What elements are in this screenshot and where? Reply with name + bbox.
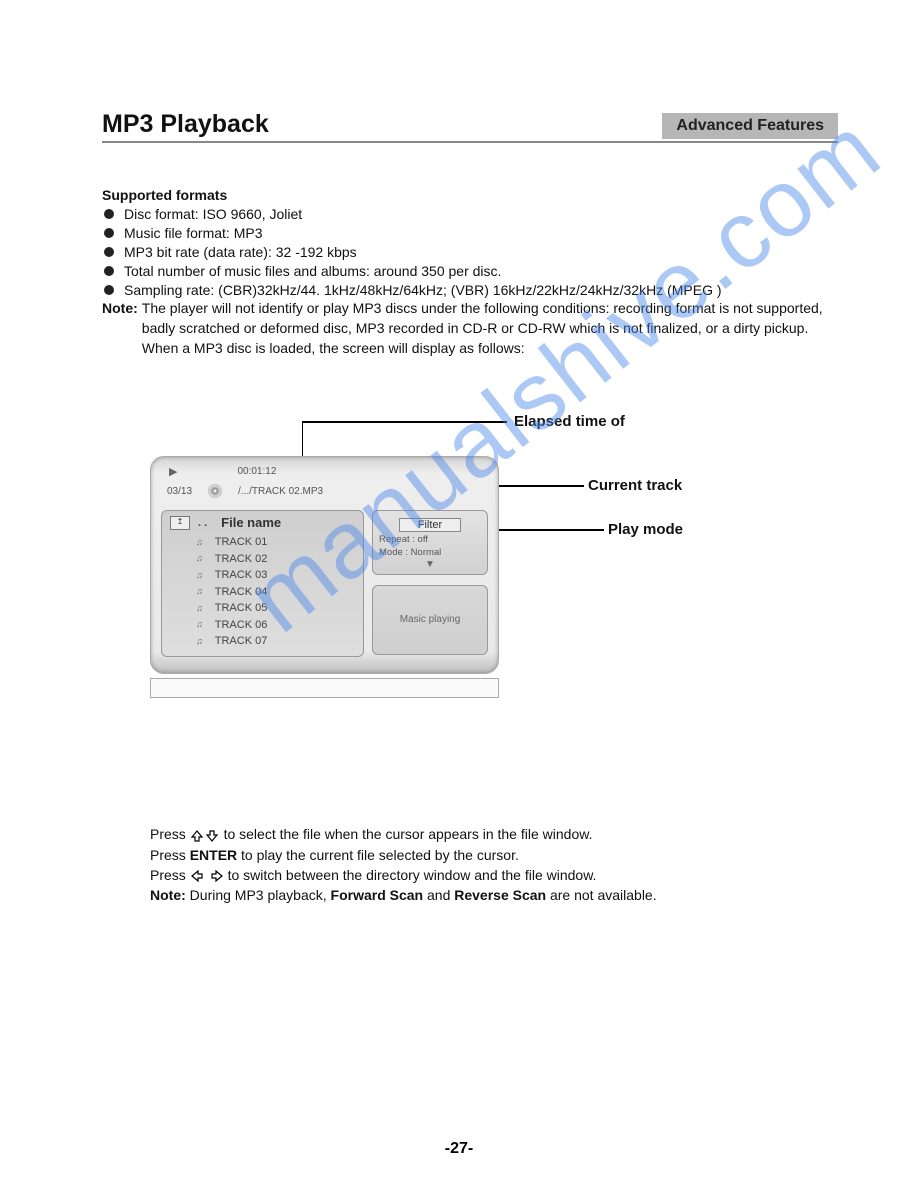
track-row: ♫ TRACK 02 [196, 551, 355, 568]
note-row: Note: The player will not identify or pl… [102, 299, 838, 358]
track-label: TRACK 04 [215, 584, 268, 601]
play-icon: ▶ [169, 465, 177, 478]
track-label: TRACK 07 [215, 633, 268, 650]
reverse-scan: Reverse Scan [454, 887, 546, 903]
instruction-text: and [427, 887, 454, 903]
music-note-icon: ♫ [196, 552, 203, 566]
section-label: Advanced Features [662, 113, 838, 139]
bullet-item: MP3 bit rate (data rate): 32 -192 kbps [102, 243, 838, 262]
folder-up-icon: ↥ [170, 516, 190, 530]
bullet-item: Sampling rate: (CBR)32kHz/44. 1kHz/48kHz… [102, 281, 838, 300]
callout-elapsed: Elapsed time of [514, 413, 625, 430]
file-panel: ↥ . . File name ♫ TRACK 01 ♫ TRACK 02 ♫ TRA… [161, 510, 364, 657]
music-note-icon: ♫ [196, 618, 203, 632]
track-path: /.../TRACK 02.MP3 [238, 486, 323, 497]
instruction-text: are not available. [550, 887, 657, 903]
instruction-line: Press ENTER to play the current file sel… [150, 845, 838, 865]
player-sub: 03/13 /.../TRACK 02.MP3 [167, 484, 482, 504]
music-playing-box: Masic playing [372, 585, 488, 655]
bullet-item: Total number of music files and albums: … [102, 262, 838, 281]
music-note-icon: ♫ [196, 585, 203, 599]
instruction-text: to select the file when the cursor appea… [224, 826, 593, 842]
note-body: The player will not identify or play MP3… [142, 299, 838, 358]
music-note-icon: ♫ [196, 602, 203, 616]
enter-key: ENTER [190, 847, 237, 863]
page-number: -27- [0, 1140, 918, 1158]
bottom-bar [150, 678, 499, 698]
music-note-icon: ♫ [196, 536, 203, 550]
track-row: ♫ TRACK 03 [196, 567, 355, 584]
track-row: ♫ TRACK 05 [196, 600, 355, 617]
callout-current: Current track [588, 477, 682, 494]
player-panel: ▶ 00:01:12 03/13 /.../TRACK 02.MP3 ↥ . .… [150, 456, 499, 674]
diagram-area: Elapsed time of Current track Play mode … [102, 396, 838, 736]
elapsed-time: 00:01:12 [237, 466, 276, 477]
supported-heading: Supported formats [102, 187, 838, 203]
up-down-arrow-icon [190, 829, 220, 843]
page-title: MP3 Playback [102, 110, 269, 139]
track-counter: 03/13 [167, 486, 192, 497]
forward-scan: Forward Scan [331, 887, 424, 903]
track-label: TRACK 06 [215, 617, 268, 634]
left-right-arrow-icon [190, 869, 224, 883]
track-label: TRACK 02 [215, 551, 268, 568]
callout-line-playmode [484, 528, 604, 532]
track-row: ♫ TRACK 04 [196, 584, 355, 601]
instruction-line: Note: During MP3 playback, Forward Scan … [150, 885, 838, 905]
track-row: ♫ TRACK 06 [196, 617, 355, 634]
instruction-lead: Press [150, 847, 190, 863]
note-label: Note: [150, 887, 190, 903]
bullet-list: Disc format: ISO 9660, Joliet Music file… [102, 205, 838, 299]
instruction-line: Press to switch between the directory wi… [150, 865, 838, 885]
track-list: ♫TRACK 01 ♫TRACK 02 ♫TRACK 03 ♫TRACK 04 … [170, 534, 355, 650]
content: Supported formats Disc format: ISO 9660,… [102, 187, 838, 905]
instruction-text: During MP3 playback, [190, 887, 331, 903]
header-row: MP3 Playback Advanced Features [102, 110, 838, 143]
dots-icon: . . [198, 517, 207, 529]
instruction-line: Press to select the file when the cursor… [150, 824, 838, 844]
callout-playmode: Play mode [608, 521, 683, 538]
disc-icon [208, 484, 222, 498]
music-note-icon: ♫ [196, 569, 203, 583]
bullet-item: Music file format: MP3 [102, 224, 838, 243]
player-top: ▶ 00:01:12 [151, 457, 498, 478]
filter-button[interactable]: Filter [399, 518, 461, 532]
track-label: TRACK 03 [215, 567, 268, 584]
track-row: ♫ TRACK 01 [196, 534, 355, 551]
track-label: TRACK 05 [215, 600, 268, 617]
note-label: Note: [102, 299, 138, 358]
mode-row: Mode : Normal [379, 547, 481, 559]
track-label: TRACK 01 [215, 534, 268, 551]
file-title: File name [221, 515, 281, 530]
track-row: ♫ TRACK 07 [196, 633, 355, 650]
filter-box: Filter Repeat : off Mode : Normal ▼ [372, 510, 488, 575]
instruction-text: to switch between the directory window a… [228, 867, 597, 883]
instruction-lead: Press [150, 826, 190, 842]
instructions: Press to select the file when the cursor… [150, 824, 838, 905]
chevron-down-icon: ▼ [379, 559, 481, 570]
bullet-item: Disc format: ISO 9660, Joliet [102, 205, 838, 224]
music-note-icon: ♫ [196, 635, 203, 649]
repeat-row: Repeat : off [379, 534, 481, 546]
instruction-text: to play the current file selected by the… [241, 847, 519, 863]
instruction-lead: Press [150, 867, 190, 883]
